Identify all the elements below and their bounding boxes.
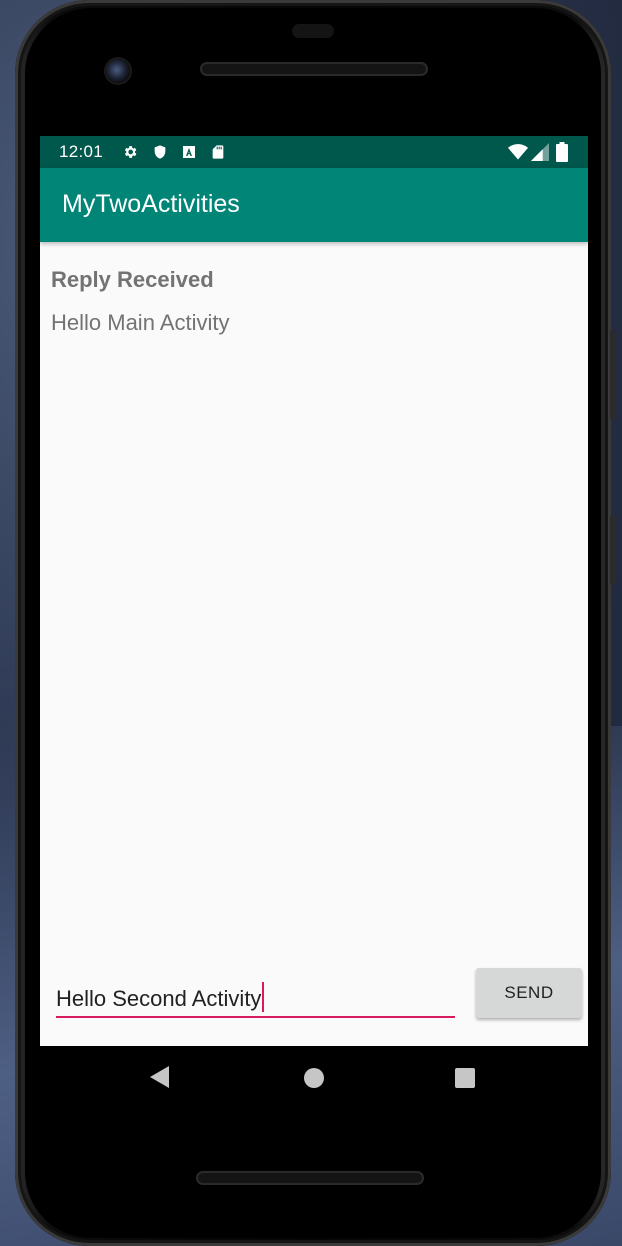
top-speaker-grille <box>200 62 428 76</box>
power-button <box>610 515 616 585</box>
reply-message: Hello Main Activity <box>51 310 230 335</box>
sd-card-icon <box>212 145 224 159</box>
message-input[interactable]: Hello Second Activity <box>56 976 455 1018</box>
back-icon[interactable] <box>150 1066 169 1088</box>
reply-header: Reply Received <box>51 267 214 292</box>
wifi-icon <box>508 144 528 160</box>
gear-icon <box>124 146 137 158</box>
send-button[interactable]: SEND <box>476 968 582 1018</box>
volume-button <box>610 330 616 420</box>
text-cursor <box>262 982 265 1012</box>
message-input-value: Hello Second Activity <box>56 986 262 1011</box>
app-screen: 12:01 MyTwoActivities Reply Received Hel… <box>40 136 588 1046</box>
front-camera <box>106 59 130 83</box>
recents-icon[interactable] <box>455 1068 475 1088</box>
app-bar: MyTwoActivities <box>40 168 588 242</box>
cell-signal-icon <box>531 143 549 161</box>
status-bar: 12:01 <box>40 136 588 168</box>
a-box-icon <box>183 146 195 158</box>
home-icon[interactable] <box>304 1068 324 1088</box>
navigation-bar <box>40 1046 588 1110</box>
battery-icon <box>556 142 568 162</box>
shield-icon <box>154 145 166 159</box>
status-time: 12:01 <box>59 142 104 161</box>
proximity-sensor <box>292 24 334 38</box>
app-title: MyTwoActivities <box>62 190 240 218</box>
bottom-speaker-grille <box>196 1171 424 1185</box>
